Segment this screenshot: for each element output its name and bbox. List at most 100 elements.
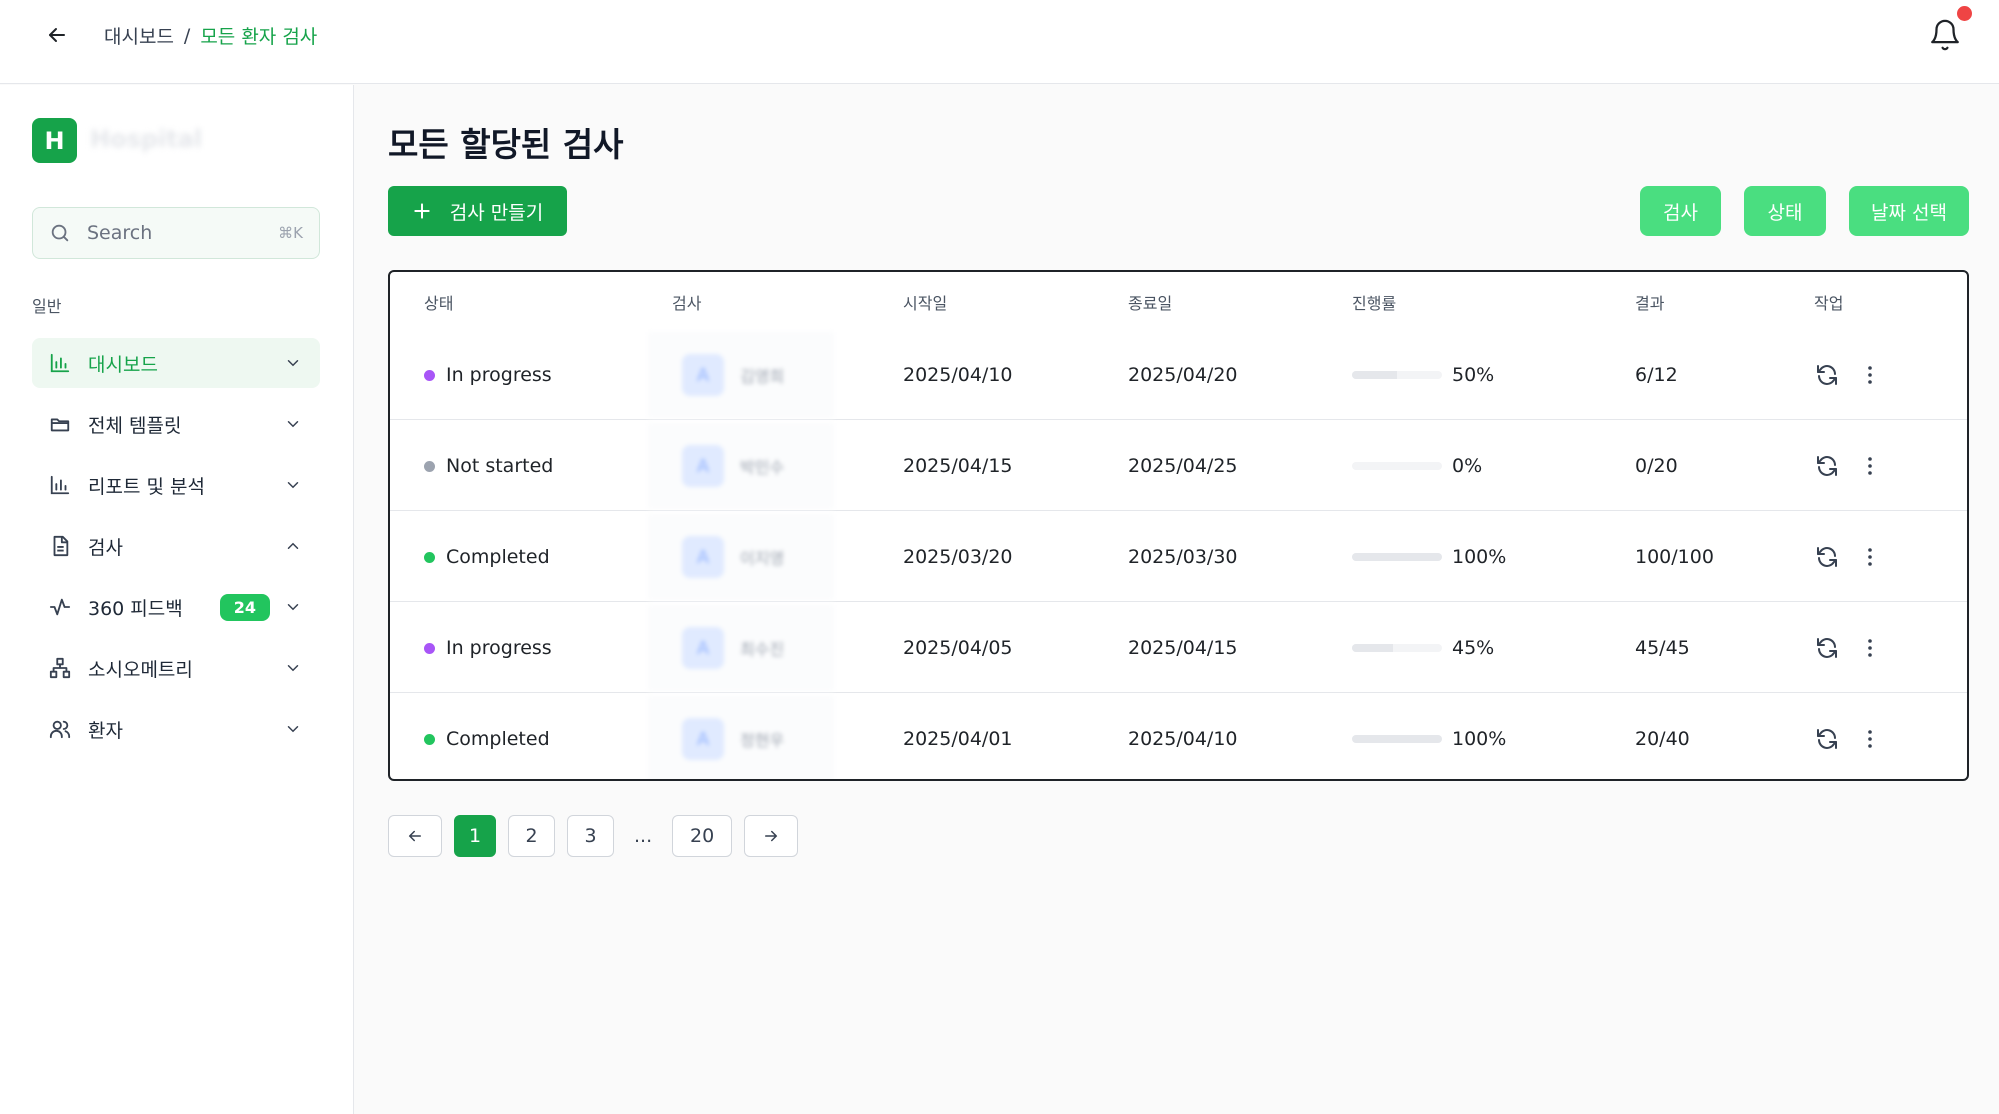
status-text: Completed bbox=[446, 728, 550, 750]
top-bar: 대시보드 / 모든 환자 검사 bbox=[0, 0, 1999, 84]
sidebar-item-sociometry[interactable]: 소시오메트리 bbox=[32, 643, 320, 693]
status-cell: In progress bbox=[424, 330, 552, 420]
table-row[interactable]: In progress A 최수진 2025/04/05 2025/04/15 45% 45… bbox=[390, 603, 1967, 693]
page-button-last[interactable]: 20 bbox=[672, 815, 733, 857]
status-cell: In progress bbox=[424, 603, 552, 693]
test-cell[interactable]: A 박민수 bbox=[648, 423, 834, 509]
refresh-icon[interactable] bbox=[1814, 544, 1840, 570]
logo[interactable]: H bbox=[32, 118, 77, 163]
test-cell[interactable]: A 김영희 bbox=[648, 332, 834, 418]
section-label: 일반 bbox=[32, 297, 62, 316]
status-dot bbox=[424, 460, 435, 472]
progress-track bbox=[1352, 644, 1442, 652]
progress-bar bbox=[1352, 603, 1442, 693]
page-button-2[interactable]: 2 bbox=[508, 815, 555, 857]
header-progress: 진행률 bbox=[1352, 294, 1397, 313]
chevron-down-icon[interactable] bbox=[282, 413, 304, 435]
search-icon bbox=[51, 224, 69, 242]
status-dot bbox=[424, 733, 435, 745]
patient-name: 박민수 bbox=[740, 458, 785, 477]
start-date: 2025/04/01 bbox=[903, 728, 1013, 750]
avatar: A bbox=[682, 718, 724, 760]
status-text: In progress bbox=[446, 637, 552, 659]
more-vertical-icon[interactable] bbox=[1857, 726, 1883, 752]
status-text: Not started bbox=[446, 455, 554, 477]
patient-name: 김영희 bbox=[740, 367, 785, 386]
status-dot bbox=[424, 369, 435, 381]
status-cell: Not started bbox=[424, 421, 553, 511]
filter-status-button[interactable]: 상태 bbox=[1744, 186, 1826, 236]
table-row[interactable]: In progress A 김영희 2025/04/10 2025/04/20 50% 6/… bbox=[390, 330, 1967, 420]
refresh-icon[interactable] bbox=[1814, 726, 1840, 752]
breadcrumb: 대시보드 / 모든 환자 검사 bbox=[104, 22, 317, 49]
page-button-1[interactable]: 1 bbox=[454, 815, 496, 857]
page-title: 모든 할당된 검사 bbox=[388, 125, 624, 164]
sidebar-item-label: 환자 bbox=[88, 719, 123, 742]
more-vertical-icon[interactable] bbox=[1857, 362, 1883, 388]
sidebar-item-feedback[interactable]: 360 피드백 24 bbox=[32, 582, 320, 632]
next-page-button[interactable] bbox=[744, 815, 799, 857]
search-placeholder: Search bbox=[87, 222, 153, 244]
back-arrow-icon[interactable] bbox=[42, 20, 72, 50]
chevron-down-icon[interactable] bbox=[282, 657, 304, 679]
network-icon bbox=[48, 656, 72, 680]
sidebar-item-label: 소시오메트리 bbox=[88, 658, 193, 681]
status-cell: Completed bbox=[424, 512, 550, 602]
progress-label: 100% bbox=[1452, 728, 1507, 750]
sidebar-item-templates[interactable]: 전체 템플릿 bbox=[32, 399, 320, 449]
header-start-date: 시작일 bbox=[903, 294, 948, 313]
chevron-down-icon[interactable] bbox=[282, 596, 304, 618]
create-test-button[interactable]: 검사 만들기 bbox=[388, 186, 567, 236]
test-cell[interactable]: A 최수진 bbox=[648, 605, 834, 691]
progress-bar bbox=[1352, 512, 1442, 602]
search-input[interactable]: Search ⌘K bbox=[32, 207, 320, 259]
notification-dot bbox=[1957, 6, 1972, 21]
patient-name: 이지영 bbox=[740, 549, 785, 568]
filter-test-button[interactable]: 검사 bbox=[1640, 186, 1721, 236]
breadcrumb-root[interactable]: 대시보드 bbox=[104, 22, 174, 49]
refresh-icon[interactable] bbox=[1814, 362, 1840, 388]
avatar: A bbox=[682, 354, 724, 396]
arrow-left-icon bbox=[408, 830, 421, 842]
test-cell[interactable]: A 이지영 bbox=[648, 514, 834, 600]
folder-icon bbox=[48, 412, 72, 436]
sidebar-item-patients[interactable]: 환자 bbox=[32, 704, 320, 754]
sidebar-item-dashboard[interactable]: 대시보드 bbox=[32, 338, 320, 388]
status-text: In progress bbox=[446, 364, 552, 386]
plus-icon bbox=[414, 203, 430, 219]
more-vertical-icon[interactable] bbox=[1857, 544, 1883, 570]
sidebar-item-tests[interactable]: 검사 bbox=[32, 521, 320, 571]
prev-page-button[interactable] bbox=[388, 815, 442, 857]
table-row[interactable]: Completed A 이지영 2025/03/20 2025/03/30 100% 100… bbox=[390, 512, 1967, 602]
chevron-down-icon[interactable] bbox=[282, 474, 304, 496]
refresh-icon[interactable] bbox=[1814, 635, 1840, 661]
status-dot bbox=[424, 551, 435, 563]
chevron-up-icon[interactable] bbox=[282, 535, 304, 557]
end-date: 2025/04/10 bbox=[1128, 728, 1238, 750]
pagination: 1 2 3 ... 20 bbox=[388, 815, 799, 857]
chevron-down-icon[interactable] bbox=[282, 352, 304, 374]
notification-bell-icon[interactable] bbox=[1928, 18, 1962, 52]
date-picker-button[interactable]: 날짜 선택 bbox=[1849, 186, 1969, 236]
progress-label: 100% bbox=[1452, 546, 1507, 568]
header-result: 결과 bbox=[1635, 294, 1665, 313]
progress-track bbox=[1352, 735, 1442, 743]
action-cell bbox=[1814, 694, 1883, 779]
sidebar-item-reports[interactable]: 리포트 및 분석 bbox=[32, 460, 320, 510]
activity-icon bbox=[48, 595, 72, 619]
sidebar-nav: 대시보드 전체 템플릿 리포트 및 분석 검사 360 피드백 24 소시오메트… bbox=[32, 338, 320, 765]
sidebar-item-label: 360 피드백 bbox=[88, 597, 183, 620]
table-row[interactable]: Completed A 정현우 2025/04/01 2025/04/10 100% 20/… bbox=[390, 694, 1967, 779]
progress-track bbox=[1352, 462, 1442, 470]
table-row[interactable]: Not started A 박민수 2025/04/15 2025/04/25 0% 0/2… bbox=[390, 421, 1967, 511]
test-cell[interactable]: A 정현우 bbox=[648, 696, 834, 779]
refresh-icon[interactable] bbox=[1814, 453, 1840, 479]
more-vertical-icon[interactable] bbox=[1857, 453, 1883, 479]
breadcrumb-current: 모든 환자 검사 bbox=[200, 26, 318, 48]
avatar: A bbox=[682, 445, 724, 487]
more-vertical-icon[interactable] bbox=[1857, 635, 1883, 661]
result-value: 20/40 bbox=[1635, 728, 1690, 750]
progress-bar bbox=[1352, 330, 1442, 420]
page-button-3[interactable]: 3 bbox=[567, 815, 614, 857]
chevron-down-icon[interactable] bbox=[282, 718, 304, 740]
